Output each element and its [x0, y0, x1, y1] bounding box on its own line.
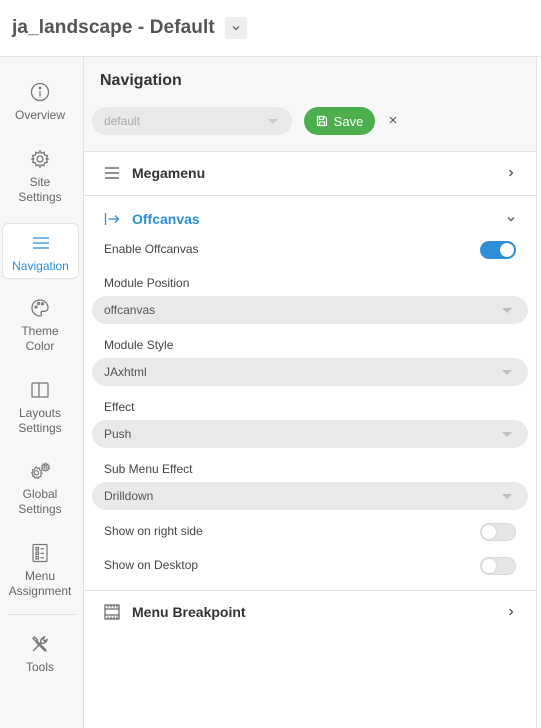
effect-label: Effect	[104, 400, 135, 414]
page-title: Navigation	[100, 72, 182, 89]
sub-menu-effect-select[interactable]: Drilldown	[92, 482, 528, 510]
sidebar-item-site-settings[interactable]: Site Settings	[2, 148, 78, 208]
sign-out-arrow-icon	[104, 213, 120, 225]
show-right-side-label: Show on right side	[104, 524, 203, 538]
palette-icon	[29, 297, 51, 319]
chevron-right-icon	[509, 169, 514, 177]
menu-icon	[105, 167, 119, 179]
sidebar-item-theme-color[interactable]: Theme Color	[2, 297, 78, 357]
gears-icon	[29, 460, 51, 482]
module-style-label: Module Style	[104, 338, 174, 352]
sidebar-item-label: Tools	[25, 660, 54, 674]
sidebar-divider	[8, 614, 76, 615]
module-position-select[interactable]: offcanvas	[92, 296, 528, 324]
sidebar-item-tools[interactable]: Tools	[2, 633, 78, 677]
menu-breakpoint-header[interactable]: Menu Breakpoint	[84, 591, 536, 633]
enable-offcanvas-label: Enable Offcanvas	[104, 242, 199, 256]
module-style-select[interactable]: JAxhtml	[92, 358, 528, 386]
app-title: ja_landscape - Default	[12, 17, 215, 38]
sidebar-item-navigation[interactable]: Navigation	[2, 223, 79, 279]
chevron-down-icon	[232, 26, 240, 31]
save-button[interactable]: Save	[304, 107, 375, 135]
megamenu-section: Megamenu	[84, 151, 536, 195]
enable-offcanvas-toggle[interactable]	[480, 241, 516, 259]
sidebar-item-label: Site Settings	[18, 175, 62, 204]
toggle-knob	[482, 559, 496, 573]
show-right-side-toggle[interactable]	[480, 523, 516, 541]
sidebar-item-label: Overview	[14, 108, 65, 122]
caret-down-icon	[502, 432, 512, 437]
show-desktop-label: Show on Desktop	[104, 558, 199, 572]
megamenu-header[interactable]: Megamenu	[84, 152, 536, 194]
save-icon	[316, 115, 327, 127]
layout-icon	[29, 379, 51, 401]
tools-icon	[29, 633, 51, 655]
sidebar-item-global-settings[interactable]: Global Settings	[2, 460, 78, 520]
menu-breakpoint-label: Menu Breakpoint	[132, 604, 246, 620]
template-dropdown-button[interactable]	[224, 17, 247, 39]
caret-down-icon	[502, 494, 512, 499]
offcanvas-label: Offcanvas	[132, 211, 200, 227]
chevron-down-icon	[507, 217, 515, 222]
chevron-right-icon	[509, 608, 514, 616]
caret-down-icon	[268, 119, 278, 124]
main-panel: Navigation default Save × Megamenu Offca…	[84, 57, 536, 728]
caret-down-icon	[502, 370, 512, 375]
sidebar-item-layouts-settings[interactable]: Layouts Settings	[2, 379, 78, 439]
megamenu-label: Megamenu	[132, 165, 206, 181]
module-position-label: Module Position	[104, 276, 190, 290]
sidebar-item-menu-assignment[interactable]: Menu Assignment	[2, 542, 78, 602]
breakpoint-icon	[104, 604, 120, 620]
menu-icon	[30, 232, 52, 254]
effect-value: Push	[104, 427, 132, 441]
sidebar-item-label: Navigation	[12, 259, 69, 273]
offcanvas-header[interactable]: Offcanvas	[84, 198, 536, 240]
sub-menu-effect-value: Drilldown	[104, 489, 154, 503]
caret-down-icon	[502, 308, 512, 313]
show-desktop-toggle[interactable]	[480, 557, 516, 575]
preset-select[interactable]: default	[92, 107, 292, 135]
sidebar-item-label: Menu Assignment	[8, 569, 72, 598]
module-style-value: JAxhtml	[104, 365, 147, 379]
info-icon	[29, 81, 51, 103]
toggle-knob	[500, 243, 514, 257]
sidebar-item-label: Theme Color	[21, 324, 59, 353]
gear-icon	[29, 148, 51, 170]
sub-menu-effect-label: Sub Menu Effect	[104, 462, 193, 476]
sidebar: Overview Site Settings Navigation Theme …	[0, 57, 84, 728]
preset-select-value: default	[104, 114, 141, 128]
offcanvas-section: Offcanvas Enable Offcanvas Module Positi…	[84, 195, 536, 590]
effect-select[interactable]: Push	[92, 420, 528, 448]
menu-breakpoint-section: Menu Breakpoint	[84, 590, 536, 728]
sidebar-item-label: Layouts Settings	[18, 406, 62, 435]
toggle-knob	[482, 525, 496, 539]
close-icon[interactable]: ×	[386, 111, 400, 129]
save-button-label: Save	[333, 113, 364, 129]
assignment-icon	[29, 542, 51, 564]
sidebar-item-label: Global Settings	[18, 487, 62, 516]
module-position-value: offcanvas	[104, 303, 156, 317]
top-bar: ja_landscape - Default	[0, 0, 541, 57]
right-edge-strip	[536, 57, 541, 728]
sidebar-item-overview[interactable]: Overview	[2, 81, 78, 125]
